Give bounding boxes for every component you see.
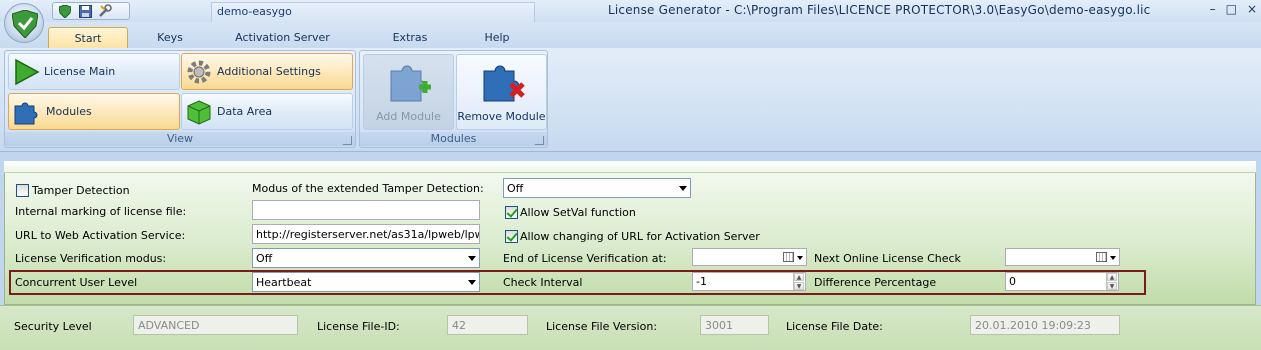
data-area-button[interactable]: Data Area	[181, 93, 353, 130]
allow-setval-checkbox[interactable]	[505, 206, 518, 219]
tamper-modus-value: Off	[507, 182, 524, 195]
spin-up-icon[interactable]: ▲	[794, 273, 804, 281]
tools-icon[interactable]	[97, 4, 113, 18]
next-check-datepicker[interactable]	[1005, 248, 1120, 266]
difference-percentage-value: 0	[1009, 275, 1016, 288]
remove-puzzle-icon	[483, 65, 525, 102]
modules-label: Modules	[46, 105, 92, 118]
license-main-button[interactable]: License Main	[8, 53, 180, 90]
chevron-down-icon	[468, 280, 476, 285]
view-group: License Main Additional Settings Modules…	[4, 50, 356, 148]
spin-down-icon[interactable]: ▼	[794, 282, 804, 290]
file-version-field: 3001	[700, 315, 769, 335]
tab-activation-server[interactable]: Activation Server	[225, 27, 340, 48]
file-id-label: License File-ID:	[317, 320, 400, 333]
next-check-label: Next Online License Check	[814, 252, 961, 265]
add-module-label: Add Module	[376, 110, 441, 123]
url-input[interactable]: http://registerserver.net/as31a/lpweb/lp…	[252, 224, 480, 244]
modules-group-launcher-icon[interactable]	[535, 136, 544, 145]
window-title: License Generator - C:\Program Files\LIC…	[608, 3, 1151, 17]
allow-url-change-checkbox[interactable]	[505, 230, 518, 243]
minimize-button[interactable]: –	[1210, 2, 1216, 16]
add-puzzle-icon	[390, 65, 431, 102]
check-interval-value: -1	[696, 275, 707, 288]
calendar-icon[interactable]	[783, 252, 794, 262]
add-module-button[interactable]: Add Module	[363, 54, 454, 130]
chevron-down-icon[interactable]	[1110, 256, 1116, 260]
concurrent-user-label: Concurrent User Level	[15, 276, 138, 289]
tab-start[interactable]: Start	[48, 27, 128, 48]
panel-header-strip	[4, 161, 1256, 173]
spin-buttons[interactable]: ▲ ▼	[793, 273, 804, 290]
concurrent-user-value: Heartbeat	[256, 276, 312, 289]
play-icon	[15, 58, 40, 85]
internal-marking-input[interactable]	[252, 200, 480, 220]
modules-button[interactable]: Modules	[8, 93, 180, 130]
file-version-label: License File Version:	[546, 320, 658, 333]
verification-modus-label: License Verification modus:	[15, 252, 167, 265]
modules-group: Add Module Remove Module Modules	[359, 50, 548, 148]
verification-modus-value: Off	[256, 252, 273, 265]
gear-icon	[187, 60, 211, 83]
application-menu-button[interactable]	[4, 3, 44, 43]
close-button[interactable]: ×	[1247, 2, 1257, 16]
shield-logo-icon	[12, 10, 38, 38]
view-group-launcher-icon[interactable]	[343, 136, 352, 145]
spin-down-icon[interactable]: ▼	[1107, 282, 1117, 290]
end-verification-label: End of License Verification at:	[503, 252, 667, 265]
spin-up-icon[interactable]: ▲	[1107, 273, 1117, 281]
end-verification-datepicker[interactable]	[692, 248, 807, 266]
title-bar: demo-easygo License Generator - C:\Progr…	[0, 0, 1261, 22]
additional-settings-button[interactable]: Additional Settings	[181, 53, 353, 90]
save-icon[interactable]	[77, 4, 93, 18]
quick-access-toolbar	[52, 2, 130, 20]
ribbon-tab-row: Start Keys Activation Server Extras Help	[0, 22, 1261, 48]
remove-module-label: Remove Module	[457, 110, 546, 123]
puzzle-icon	[14, 102, 38, 124]
tamper-detection-checkbox[interactable]	[16, 184, 29, 197]
tamper-modus-select[interactable]: Off	[503, 178, 691, 198]
license-main-label: License Main	[44, 65, 116, 78]
tab-help[interactable]: Help	[467, 27, 527, 48]
tamper-modus-label: Modus of the extended Tamper Detection:	[252, 182, 484, 195]
calendar-icon[interactable]	[1096, 252, 1107, 262]
file-date-field: 20.01.2010 19:09:23	[970, 315, 1120, 335]
check-interval-label: Check Interval	[503, 276, 583, 289]
file-id-field: 42	[447, 315, 528, 335]
chevron-down-icon	[468, 256, 476, 261]
window-controls: – □ ×	[1210, 2, 1257, 16]
data-area-label: Data Area	[217, 105, 273, 118]
view-group-label: View	[5, 132, 355, 146]
shield-icon[interactable]	[57, 4, 73, 18]
security-level-label: Security Level	[14, 320, 92, 333]
data-cube-icon	[187, 99, 211, 125]
status-footer: Security Level ADVANCED License File-ID:…	[0, 305, 1261, 350]
file-date-label: License File Date:	[786, 320, 883, 333]
tab-extras[interactable]: Extras	[380, 27, 440, 48]
document-tab[interactable]: demo-easygo	[211, 2, 535, 22]
remove-module-button[interactable]: Remove Module	[456, 54, 547, 130]
difference-percentage-label: Difference Percentage	[814, 276, 937, 289]
spin-buttons[interactable]: ▲ ▼	[1106, 273, 1117, 290]
additional-settings-label: Additional Settings	[217, 65, 321, 78]
allow-setval-label: Allow SetVal function	[520, 206, 636, 219]
chevron-down-icon	[679, 186, 687, 191]
internal-marking-label: Internal marking of license file:	[15, 205, 187, 218]
maximize-button[interactable]: □	[1226, 2, 1237, 16]
check-interval-spinner[interactable]: -1 ▲ ▼	[692, 272, 806, 291]
ribbon: License Main Additional Settings Modules…	[0, 48, 1261, 152]
url-label: URL to Web Activation Service:	[15, 229, 186, 242]
chevron-down-icon[interactable]	[797, 256, 803, 260]
tamper-detection-label: Tamper Detection	[32, 184, 130, 197]
allow-url-change-label: Allow changing of URL for Activation Ser…	[520, 230, 760, 243]
concurrent-user-select[interactable]: Heartbeat	[252, 272, 480, 292]
tab-keys[interactable]: Keys	[140, 27, 200, 48]
modules-group-label: Modules	[360, 132, 547, 146]
security-level-field: ADVANCED	[133, 315, 298, 335]
verification-modus-select[interactable]: Off	[252, 248, 480, 268]
difference-percentage-spinner[interactable]: 0 ▲ ▼	[1005, 272, 1119, 291]
